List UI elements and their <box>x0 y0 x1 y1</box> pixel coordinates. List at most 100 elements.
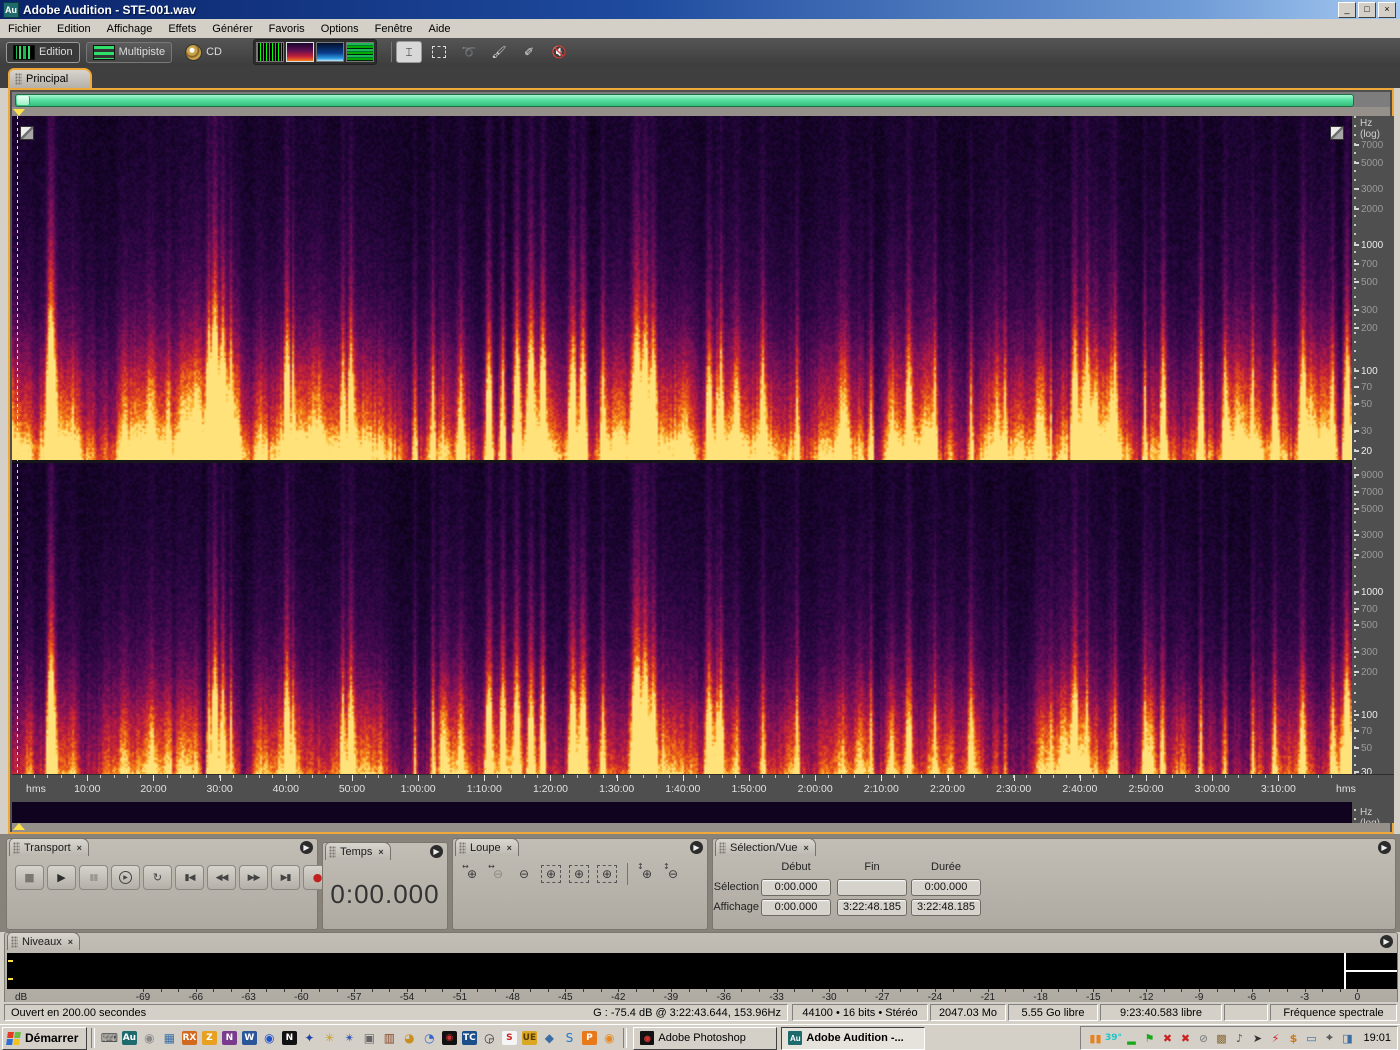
spectral-phase-view-button[interactable] <box>316 42 344 62</box>
selection-vue-close-icon[interactable]: × <box>803 843 808 853</box>
display-icon[interactable]: ▭ <box>1303 1030 1319 1046</box>
media-player-icon[interactable]: ◉ <box>600 1030 618 1047</box>
flag-icon[interactable]: ⚑ <box>1141 1030 1157 1046</box>
start-button[interactable]: Démarrer <box>2 1026 88 1050</box>
wand-icon[interactable]: ✦ <box>300 1030 318 1047</box>
field-affichage-fin[interactable]: 3:22:48.185 <box>837 899 907 916</box>
loupe-panel-tab[interactable]: Loupe × <box>455 838 519 856</box>
edition-mode-button[interactable]: Edition <box>6 41 80 63</box>
diskeeper-icon[interactable]: ⚡ <box>1267 1030 1283 1046</box>
go-to-start-button[interactable]: ▮◀ <box>175 865 204 890</box>
onenote-icon[interactable]: N <box>220 1030 238 1047</box>
temps-panel-menu-button[interactable]: ▶ <box>430 845 443 858</box>
time-selection-tool[interactable]: ⌶ <box>396 41 422 63</box>
brush-selection-tool[interactable]: 🖌 <box>486 41 512 63</box>
viewer-icon[interactable]: ▣ <box>360 1030 378 1047</box>
pause-indicator-icon[interactable]: ▮▮ <box>1087 1030 1103 1046</box>
menu-edition[interactable]: Edition <box>49 21 99 37</box>
field-affichage-durée[interactable]: 3:22:48.185 <box>911 899 981 916</box>
zoom-to-selection-button[interactable]: ⊕ <box>541 865 561 883</box>
horizontal-scroll-zoom-bar[interactable] <box>15 94 1354 107</box>
chart-icon[interactable]: ▥ <box>380 1030 398 1047</box>
ultraedit-icon[interactable]: UE <box>520 1030 538 1047</box>
go-to-end-button[interactable]: ▶▮ <box>271 865 300 890</box>
mouse-icon[interactable]: ⌖ <box>1321 1030 1337 1046</box>
menu-générer[interactable]: Générer <box>204 21 260 37</box>
keyboard-icon[interactable]: ⌨ <box>100 1030 118 1047</box>
cd-mode-button[interactable]: CD <box>178 41 229 64</box>
marquee-selection-tool[interactable] <box>426 41 452 63</box>
menu-fenêtre[interactable]: Fenêtre <box>367 21 421 37</box>
field-sélection-fin[interactable] <box>837 879 907 896</box>
spectral-frequency-view-button[interactable] <box>286 42 314 62</box>
zoom-in-vertical-button[interactable]: ↕ ⊕ <box>634 862 660 885</box>
globe2-icon[interactable]: ◔ <box>420 1030 438 1047</box>
task-adobe-audition-[interactable]: Au Adobe Audition -... <box>781 1026 926 1050</box>
playhead-bottom-marker[interactable] <box>13 823 25 830</box>
tc-icon[interactable]: TC <box>460 1030 478 1047</box>
menu-affichage[interactable]: Affichage <box>99 21 161 37</box>
zoom-out-full-button[interactable]: ⊖ <box>511 863 537 885</box>
scrollbar-left-cap[interactable] <box>17 96 30 105</box>
selection-vue-panel-tab[interactable]: Sélection/Vue × <box>715 838 816 856</box>
waveform-view-button[interactable] <box>256 42 284 62</box>
field-sélection-début[interactable]: 0:00.000 <box>761 879 831 896</box>
pan-grabber-right-icon[interactable] <box>1330 126 1344 140</box>
menu-options[interactable]: Options <box>313 21 367 37</box>
planet-icon[interactable]: ◉ <box>260 1030 278 1047</box>
rewind-button[interactable]: ◀◀ <box>207 865 236 890</box>
zoom-out-vertical-button[interactable]: ↕ ⊖ <box>660 862 686 885</box>
title-bar[interactable]: Au Adobe Audition - STE-001.wav _ □ × <box>0 0 1400 19</box>
pdf-icon[interactable]: P <box>580 1030 598 1047</box>
zoom-selection-right-edge-button[interactable]: ⊕ <box>597 865 617 883</box>
zoom-out-horizontal-button[interactable]: ↔ ⊖ <box>485 862 511 885</box>
compass-icon[interactable]: ◶ <box>480 1030 498 1047</box>
tab-principal[interactable]: Principal <box>8 68 92 88</box>
temperature-indicator[interactable]: 39° <box>1105 1030 1122 1046</box>
network-offline-2-icon[interactable]: ✖ <box>1177 1030 1193 1046</box>
healing-brush-tool[interactable]: ✐ <box>516 41 542 63</box>
network-offline-icon[interactable]: ✖ <box>1159 1030 1175 1046</box>
sphere-icon[interactable]: ◉ <box>140 1030 158 1047</box>
multipiste-mode-button[interactable]: Multipiste <box>85 41 173 63</box>
word-icon[interactable]: W <box>240 1030 258 1047</box>
field-sélection-durée[interactable]: 0:00.000 <box>911 879 981 896</box>
audition-launch-icon[interactable]: Au <box>120 1030 138 1047</box>
field-affichage-début[interactable]: 0:00.000 <box>761 899 831 916</box>
channel-divider[interactable] <box>12 460 1352 463</box>
notepad-icon[interactable]: N <box>280 1030 298 1047</box>
fast-forward-button[interactable]: ▶▶ <box>239 865 268 890</box>
audio-pen-icon[interactable]: ♪ <box>1231 1030 1247 1046</box>
zoom-selection-left-edge-button[interactable]: ⊕ <box>569 865 589 883</box>
underscore-indicator-icon[interactable]: ▂ <box>1123 1030 1139 1046</box>
minimize-button[interactable]: _ <box>1338 2 1356 18</box>
pan-grabber-left-icon[interactable] <box>20 126 34 140</box>
task-adobe-photoshop[interactable]: ◉ Adobe Photoshop <box>633 1026 778 1050</box>
loupe-panel-menu-button[interactable]: ▶ <box>690 841 703 854</box>
niveaux-panel-tab[interactable]: Niveaux × <box>7 932 81 950</box>
niveaux-close-icon[interactable]: × <box>68 937 73 947</box>
niveaux-panel-menu-button[interactable]: ▶ <box>1380 935 1393 948</box>
rx-icon[interactable]: RX <box>180 1030 198 1047</box>
sbp-icon[interactable]: S <box>500 1030 518 1047</box>
scrub-tool[interactable]: 🔇 <box>546 41 572 63</box>
menu-fichier[interactable]: Fichier <box>0 21 49 37</box>
flake-icon[interactable]: ✴ <box>340 1030 358 1047</box>
bottom-cursor-strip[interactable] <box>12 823 1390 832</box>
user-icon[interactable]: ◆ <box>540 1030 558 1047</box>
menu-favoris[interactable]: Favoris <box>261 21 313 37</box>
package-icon[interactable]: ▩ <box>1213 1030 1229 1046</box>
timeline-ruler[interactable]: hms hms 10:00 20:00 30:00 40:00 50:00 1:00:00… <box>12 774 1394 802</box>
currency-icon[interactable]: $ <box>1285 1030 1301 1046</box>
playback-cursor[interactable] <box>17 116 18 800</box>
burst-icon[interactable]: ✳ <box>320 1030 338 1047</box>
spectrogram-right-channel[interactable] <box>12 463 1352 800</box>
blue-app-icon[interactable]: ◨ <box>1339 1030 1355 1046</box>
selection-vue-panel-menu-button[interactable]: ▶ <box>1378 841 1391 854</box>
loop-button[interactable]: ↻ <box>143 865 172 890</box>
temps-panel-tab[interactable]: Temps × <box>325 842 391 860</box>
swirl-icon[interactable]: S <box>560 1030 578 1047</box>
maximize-button[interactable]: □ <box>1358 2 1376 18</box>
temps-close-icon[interactable]: × <box>378 847 383 857</box>
spectral-display[interactable] <box>12 116 1352 823</box>
